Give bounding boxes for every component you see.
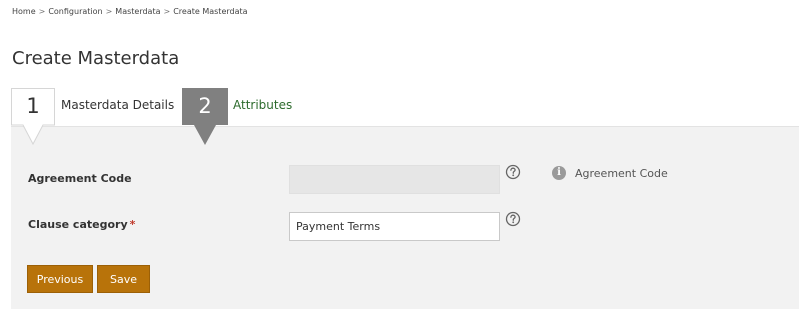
step-2-indicator[interactable]: 2 bbox=[182, 88, 228, 146]
breadcrumb-configuration[interactable]: Configuration bbox=[48, 7, 102, 16]
clause-category-help-icon[interactable] bbox=[505, 211, 521, 227]
page-title: Create Masterdata bbox=[12, 48, 180, 69]
previous-button[interactable]: Previous bbox=[27, 265, 93, 293]
step-1-indicator[interactable]: 1 bbox=[11, 88, 55, 146]
breadcrumb-separator: > bbox=[163, 7, 171, 16]
save-button[interactable]: Save bbox=[97, 265, 150, 293]
clause-category-label: Clause category * bbox=[28, 218, 135, 231]
agreement-code-input bbox=[289, 165, 500, 194]
step-1-label[interactable]: Masterdata Details bbox=[61, 98, 174, 112]
step-1-number: 1 bbox=[26, 94, 40, 118]
clause-category-input[interactable] bbox=[289, 212, 500, 241]
step-2-number: 2 bbox=[198, 94, 212, 118]
breadcrumb-masterdata[interactable]: Masterdata bbox=[115, 7, 160, 16]
agreement-code-help-icon[interactable] bbox=[505, 164, 521, 180]
breadcrumb-separator: > bbox=[38, 7, 46, 16]
breadcrumb: Home > Configuration > Masterdata > Create Mas… bbox=[12, 7, 248, 16]
agreement-code-info-text: Agreement Code bbox=[575, 167, 668, 180]
clause-category-label-text: Clause category bbox=[28, 218, 128, 231]
agreement-code-label: Agreement Code bbox=[28, 172, 132, 185]
info-icon: i bbox=[552, 166, 566, 180]
breadcrumb-separator: > bbox=[105, 7, 113, 16]
required-marker: * bbox=[129, 218, 136, 231]
breadcrumb-home[interactable]: Home bbox=[12, 7, 36, 16]
breadcrumb-current: Create Masterdata bbox=[173, 7, 248, 16]
step-2-label[interactable]: Attributes bbox=[233, 98, 292, 112]
